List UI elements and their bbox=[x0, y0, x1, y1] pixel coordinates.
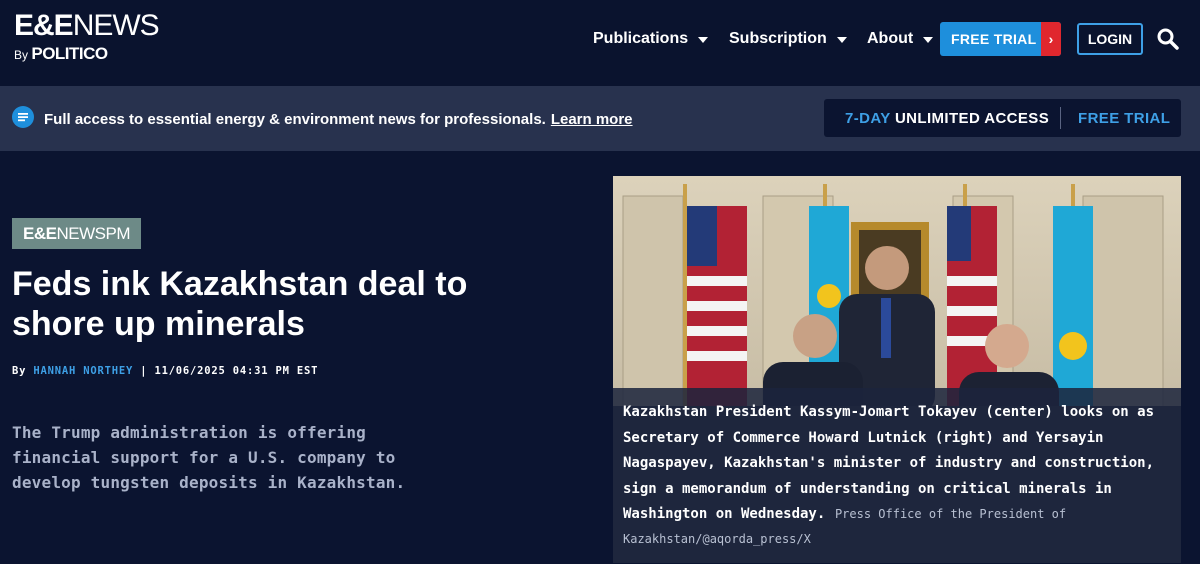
access-days: 7-DAY bbox=[845, 110, 891, 127]
banner-message: Full access to essential energy & enviro… bbox=[44, 111, 546, 128]
nav-publications[interactable]: Publications bbox=[593, 30, 709, 48]
divider bbox=[1060, 107, 1061, 129]
author-link[interactable]: HANNAH NORTHEY bbox=[33, 365, 133, 377]
unlimited-access-label: 7-DAY UNLIMITED ACCESS bbox=[845, 110, 1049, 127]
article-headline: Feds ink Kazakhstan deal to shore up min… bbox=[12, 265, 468, 343]
logo-by: By bbox=[14, 48, 29, 62]
nav-subscription-label: Subscription bbox=[729, 30, 827, 47]
logo-byline: By POLITICO bbox=[14, 44, 159, 64]
article-summary: The Trump administration is offering fin… bbox=[12, 423, 406, 492]
photo-caption: Kazakhstan President Kassym-Jomart Tokay… bbox=[613, 388, 1181, 563]
logo-ee: E&E bbox=[14, 9, 74, 42]
access-free-trial: FREE TRIAL bbox=[1078, 110, 1171, 127]
logo-news: NEWS bbox=[72, 9, 160, 42]
logo-wordmark: E&ENEWS bbox=[14, 9, 160, 42]
nav-subscription[interactable]: Subscription bbox=[729, 30, 847, 48]
search-icon[interactable] bbox=[1156, 27, 1180, 51]
chat-icon bbox=[12, 106, 34, 128]
learn-more-link[interactable]: Learn more bbox=[551, 111, 633, 128]
site-header: E&ENEWS By POLITICO Publications Subscri… bbox=[0, 0, 1200, 86]
chevron-down-icon bbox=[698, 37, 709, 43]
badge-ee: E&E bbox=[23, 224, 57, 243]
access-label: UNLIMITED ACCESS bbox=[894, 110, 1050, 127]
chevron-right-icon: › bbox=[1041, 22, 1061, 56]
publication-badge[interactable]: E&ENEWSPM bbox=[12, 218, 141, 249]
chevron-down-icon bbox=[923, 37, 934, 43]
publish-date: | 11/06/2025 04:31 PM EST bbox=[140, 365, 319, 377]
page-divider bbox=[0, 564, 1200, 578]
byline: By HANNAH NORTHEY | 11/06/2025 04:31 PM … bbox=[12, 365, 318, 377]
free-trial-button[interactable]: FREE TRIAL › bbox=[940, 22, 1061, 56]
login-button[interactable]: LOGIN bbox=[1077, 23, 1143, 55]
nav-about[interactable]: About bbox=[867, 30, 934, 48]
badge-newspm: NEWSPM bbox=[56, 224, 130, 243]
free-trial-label: FREE TRIAL bbox=[951, 31, 1037, 47]
nav-about-label: About bbox=[867, 30, 914, 47]
promo-banner: Full access to essential energy & enviro… bbox=[0, 86, 1200, 151]
caption-text: Kazakhstan President Kassym-Jomart Tokay… bbox=[623, 404, 1155, 522]
banner-text: Full access to essential energy & enviro… bbox=[44, 111, 633, 128]
unlimited-access-cta[interactable]: 7-DAY UNLIMITED ACCESS FREE TRIAL bbox=[824, 99, 1181, 137]
ee-news-logo[interactable]: E&ENEWS By POLITICO bbox=[14, 9, 160, 64]
chevron-down-icon bbox=[836, 37, 847, 43]
nav-publications-label: Publications bbox=[593, 30, 689, 47]
byline-by: By bbox=[12, 365, 27, 377]
logo-politico: POLITICO bbox=[31, 44, 108, 63]
